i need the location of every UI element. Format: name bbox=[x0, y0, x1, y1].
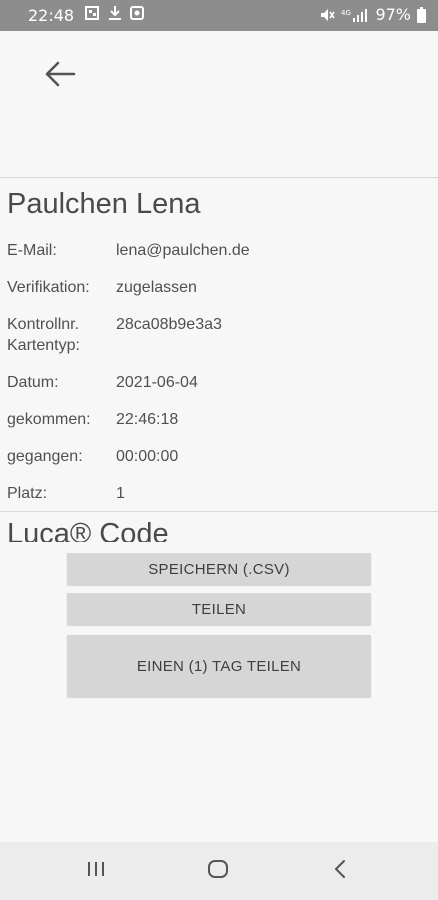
notification-icon bbox=[84, 5, 100, 21]
arrow-left-icon bbox=[44, 61, 76, 92]
detail-value: 1 bbox=[116, 485, 125, 502]
code-section: Luca® Code bbox=[0, 512, 438, 542]
contact-name: Paulchen Lena bbox=[7, 188, 201, 220]
share-one-day-button[interactable]: EINEN (1) TAG TEILEN bbox=[67, 635, 371, 697]
share-button[interactable]: TEILEN bbox=[67, 593, 371, 625]
home-button[interactable] bbox=[198, 856, 238, 886]
detail-label: Verifikation: bbox=[7, 279, 90, 296]
battery-icon bbox=[417, 6, 426, 23]
system-back-button[interactable] bbox=[320, 856, 360, 886]
back-button[interactable] bbox=[38, 56, 82, 96]
system-nav-bar bbox=[0, 842, 438, 900]
signal-icon: 4G bbox=[341, 7, 369, 23]
detail-value: lena@paulchen.de bbox=[116, 242, 250, 259]
battery-percent: 97% bbox=[375, 5, 411, 24]
detail-value: 2021-06-04 bbox=[116, 374, 198, 391]
detail-value: 00:00:00 bbox=[116, 448, 179, 465]
status-right-icons: 4G 97% bbox=[319, 5, 426, 24]
detail-value: zugelassen bbox=[116, 279, 197, 296]
status-bar: 22:48 4G 97% bbox=[0, 0, 438, 31]
mute-icon bbox=[319, 7, 336, 23]
recent-apps-button[interactable] bbox=[76, 856, 116, 886]
header-divider bbox=[0, 177, 438, 178]
detail-label: Kontrollnr. Kartentyp: bbox=[7, 316, 80, 354]
svg-text:4G: 4G bbox=[341, 9, 351, 17]
status-left-icons bbox=[84, 5, 144, 21]
status-time: 22:48 bbox=[28, 6, 75, 25]
recent-apps-icon bbox=[85, 860, 107, 883]
detail-label: gekommen: bbox=[7, 411, 91, 428]
detail-label: Platz: bbox=[7, 485, 48, 502]
detail-label: gegangen: bbox=[7, 448, 83, 465]
code-heading: Luca® Code bbox=[7, 518, 169, 542]
back-icon bbox=[332, 859, 348, 884]
detail-value: 22:46:18 bbox=[116, 411, 179, 428]
download-icon bbox=[108, 5, 122, 21]
detail-value: 28ca08b9e3a3 bbox=[116, 316, 222, 333]
detail-label: Datum: bbox=[7, 374, 59, 391]
save-csv-button[interactable]: SPEICHERN (.CSV) bbox=[67, 553, 371, 585]
detail-label: E-Mail: bbox=[7, 242, 57, 259]
home-icon bbox=[207, 858, 229, 885]
screenshot-icon bbox=[130, 5, 144, 21]
